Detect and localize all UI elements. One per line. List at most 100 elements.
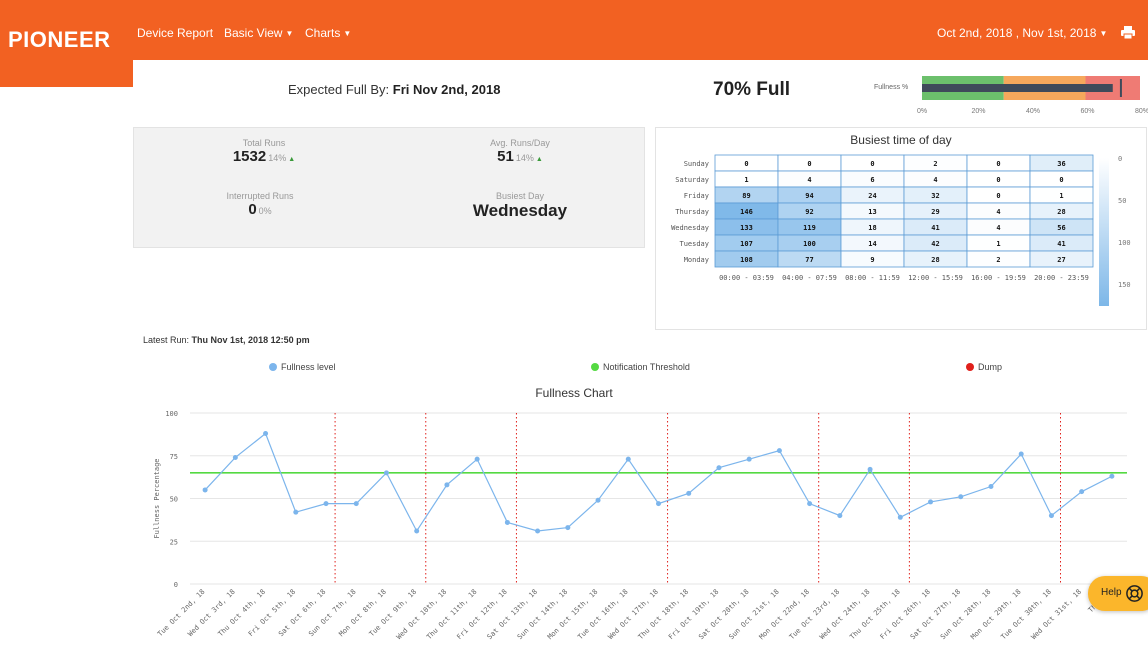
stat-label: Busiest Day [495, 191, 545, 201]
stat-busiest-day: Busiest Day Wednesday [400, 191, 640, 221]
heatmap-cell-value: 1 [996, 240, 1000, 248]
fullness-data-point [928, 499, 934, 505]
heatmap-cell-value: 4 [996, 224, 1000, 232]
legend-dot [269, 363, 277, 371]
stat-value: 1532 [232, 148, 267, 165]
x-tick-label: Tue Oct 30th, 18 [1000, 588, 1053, 641]
heatmap-cell-value: 89 [742, 192, 750, 200]
heatmap-day-label: Thursday [675, 208, 709, 216]
stat-interrupted-runs: Interrupted Runs 0 0% [140, 191, 380, 219]
logo[interactable]: PIONEER [8, 27, 111, 53]
chevron-down-icon: ▼ [343, 29, 352, 38]
x-tick-label: Wed Oct 17th, 18 [607, 588, 660, 641]
nav-charts[interactable]: Charts ▼ [305, 26, 351, 40]
date-range-picker[interactable]: Oct 2nd, 2018 , Nov 1st, 2018 ▼ [937, 26, 1107, 40]
legend-fullness-level[interactable]: Fullness level [269, 362, 336, 372]
fullness-data-point [807, 501, 813, 507]
fullness-data-point [1079, 489, 1085, 495]
stat-value: 0 [248, 201, 257, 218]
heatmap-slot-label: 20:00 - 23:59 [1034, 274, 1089, 282]
heatmap-cell-value: 14 [868, 240, 876, 248]
heatmap-cell-value: 24 [868, 192, 876, 200]
heatmap-cell-value: 42 [931, 240, 939, 248]
expected-full-by: Expected Full By: Fri Nov 2nd, 2018 [288, 82, 500, 97]
fullness-data-point [837, 513, 843, 519]
heatmap-cell-value: 18 [868, 224, 876, 232]
x-tick-label: Wed Oct 31st, 18 [1030, 588, 1083, 641]
heatmap-cell-value: 9 [870, 256, 874, 264]
stat-label: Interrupted Runs [226, 191, 294, 201]
latest-run: Latest Run: Thu Nov 1st, 2018 12:50 pm [143, 335, 310, 345]
arrow-up-icon: ▲ [535, 156, 543, 163]
legend-notification-threshold[interactable]: Notification Threshold [591, 362, 690, 372]
heatmap-cell-value: 0 [870, 160, 874, 168]
x-tick-label: Wed Oct 10th, 18 [395, 588, 448, 641]
x-tick-label: Sun Oct 21st, 18 [727, 588, 780, 641]
print-icon[interactable] [1121, 26, 1135, 39]
heatmap-cell-value: 133 [740, 224, 753, 232]
fullness-data-point [867, 466, 873, 472]
gauge-tick-label: 60% [1080, 108, 1095, 115]
fullness-data-point [504, 519, 510, 525]
stat-change: 0% [258, 206, 272, 216]
chevron-down-icon: ▼ [1099, 29, 1108, 38]
heatmap-cell-value: 0 [1059, 176, 1063, 184]
fullness-data-point [958, 494, 964, 500]
help-label: Help [1101, 587, 1122, 598]
fullness-data-point [565, 525, 571, 531]
x-tick-label: Thu Oct 25th, 18 [848, 588, 901, 641]
chevron-down-icon: ▼ [285, 29, 294, 38]
legend-label: Fullness level [281, 362, 336, 372]
heatmap-cell-value: 56 [1057, 224, 1065, 232]
x-tick-label: Mon Oct 29th, 18 [969, 588, 1022, 641]
fullness-data-point [1109, 473, 1115, 479]
x-tick-label: Thu Oct 18th, 18 [637, 588, 690, 641]
heatmap-cell-value: 13 [868, 208, 876, 216]
stat-value: 51 [497, 148, 514, 165]
fullness-data-point [474, 456, 480, 462]
fullness-data-point [353, 501, 359, 507]
heatmap-slot-label: 16:00 - 19:59 [971, 274, 1026, 282]
heatmap-cell-value: 107 [740, 240, 753, 248]
latest-run-label: Latest Run: [143, 335, 190, 345]
legend-dot [591, 363, 599, 371]
gauge-label: Fullness % [874, 84, 909, 91]
nav-basic-view-label: Basic View [224, 26, 283, 40]
help-button[interactable]: Help [1088, 576, 1148, 611]
fullness-data-point [625, 456, 631, 462]
nav-device-report[interactable]: Device Report [137, 26, 213, 40]
x-tick-label: Thu Oct 11th, 18 [425, 588, 478, 641]
gauge-tick-label: 0% [917, 108, 928, 115]
stat-label: Total Runs [242, 138, 286, 148]
gauge-tick-label: 20% [971, 108, 986, 115]
heatmap-color-scale [1099, 158, 1109, 306]
expected-label: Expected Full By: [288, 82, 390, 97]
x-tick-label: Fri Oct 19th, 18 [667, 588, 720, 641]
legend-dump[interactable]: Dump [966, 362, 1002, 372]
heatmap-day-label: Friday [684, 192, 709, 200]
fullness-data-point [535, 528, 541, 534]
heatmap-slot-label: 12:00 - 15:59 [908, 274, 963, 282]
latest-run-value: Thu Nov 1st, 2018 12:50 pm [191, 335, 310, 345]
heatmap-slot-label: 08:00 - 11:59 [845, 274, 900, 282]
y-tick-label: 0 [174, 581, 178, 589]
heatmap-cell-value: 4 [933, 176, 937, 184]
heatmap-cell-value: 41 [1057, 240, 1065, 248]
y-tick-label: 75 [170, 453, 178, 461]
logo-box[interactable]: PIONEER [0, 0, 133, 87]
fullness-data-point [293, 509, 299, 515]
fullness-data-point [1048, 513, 1054, 519]
heatmap-cell-value: 0 [807, 160, 811, 168]
heatmap-cell-value: 0 [996, 176, 1000, 184]
nav-basic-view[interactable]: Basic View ▼ [224, 26, 293, 40]
gauge-target-marker [1119, 79, 1122, 97]
heatmap-day-label: Monday [684, 256, 709, 264]
heatmap-scale-label: 0 [1118, 155, 1122, 163]
x-tick-label: Sun Oct 28th, 18 [939, 588, 992, 641]
x-tick-label: Mon Oct 15th, 18 [546, 588, 599, 641]
heatmap-cell-value: 94 [805, 192, 813, 200]
fullness-data-point [656, 501, 661, 507]
heatmap-day-label: Wednesday [671, 224, 709, 232]
x-tick-label: Sat Oct 20th, 18 [697, 588, 750, 641]
heatmap-cell-value: 2 [933, 160, 937, 168]
